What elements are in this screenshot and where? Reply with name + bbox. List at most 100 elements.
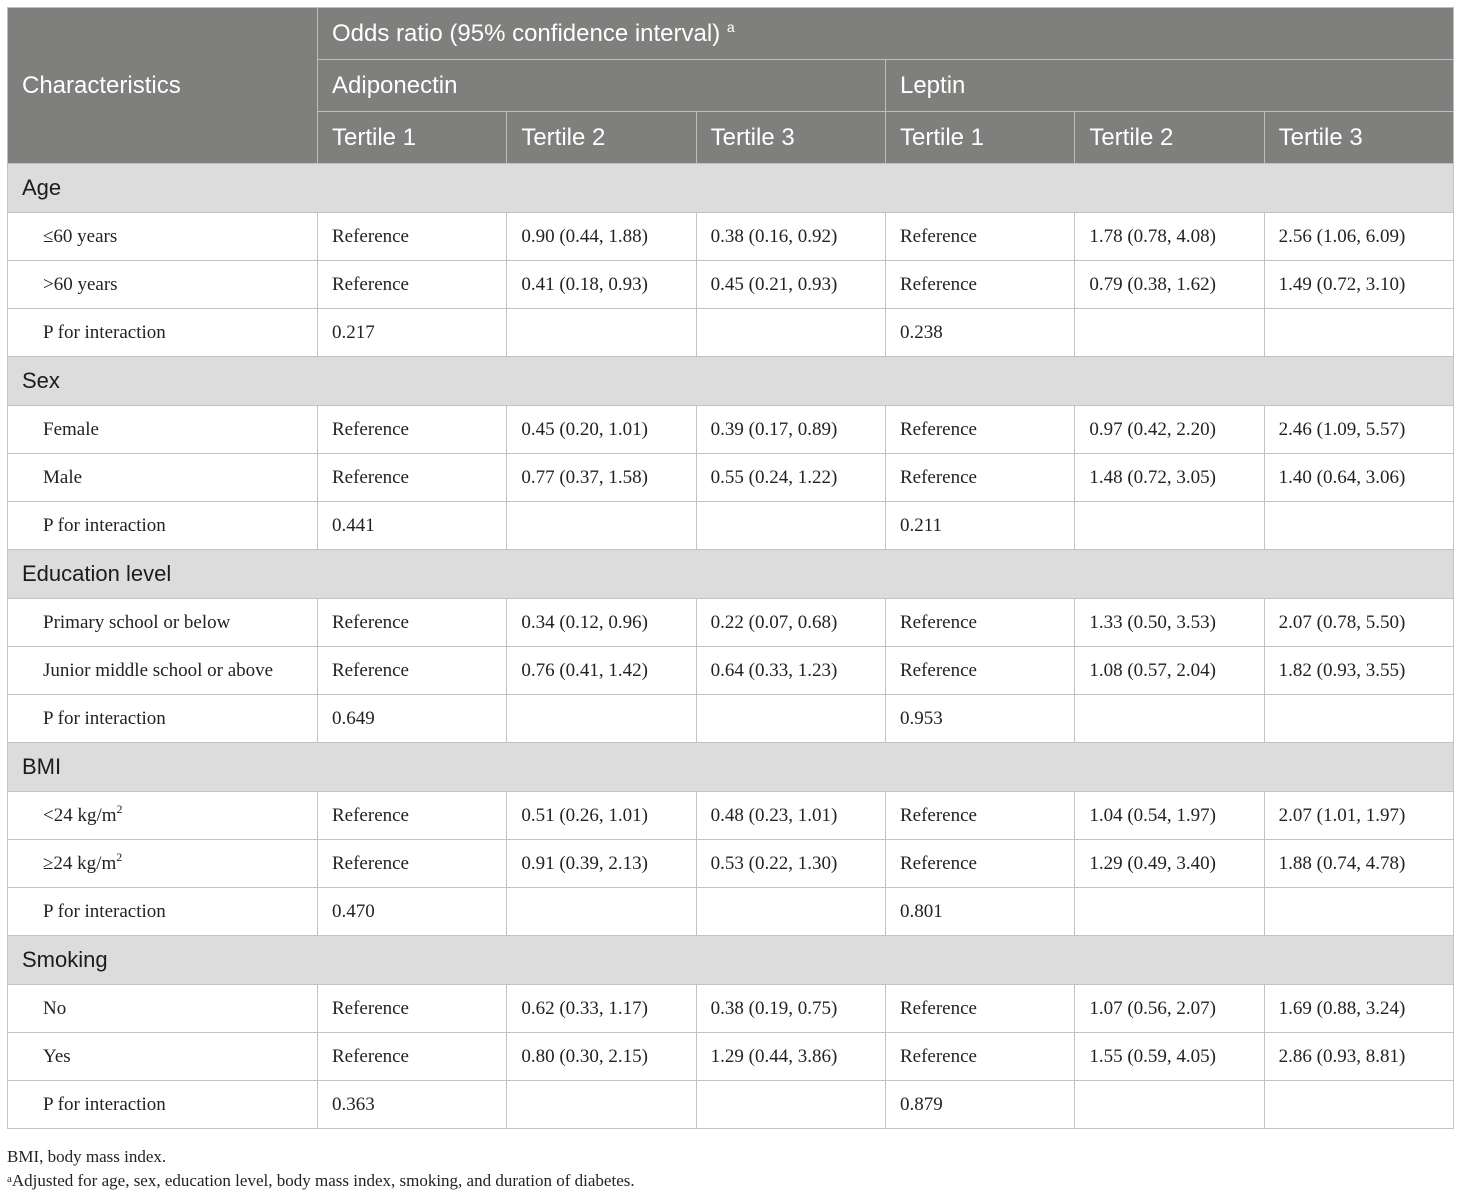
table-cell: [1074, 501, 1265, 550]
table-cell: 2.07 (1.01, 1.97): [1263, 791, 1454, 840]
row-label: Primary school or below: [7, 598, 318, 647]
table-cell: 1.55 (0.59, 4.05): [1074, 1032, 1265, 1081]
table-cell: 1.40 (0.64, 3.06): [1263, 453, 1454, 502]
tertile-header: Tertile 2: [1074, 111, 1265, 164]
table-row: P for interaction 0.470 0.801: [7, 887, 1454, 936]
table-cell: [1263, 501, 1454, 550]
table-cell: Reference: [316, 984, 508, 1033]
table-cell: [1074, 694, 1265, 743]
table-cell: [1263, 308, 1454, 357]
table-cell: 0.34 (0.12, 0.96): [506, 598, 697, 647]
table-cell: 0.77 (0.37, 1.58): [506, 453, 697, 502]
table-cell: 1.48 (0.72, 3.05): [1074, 453, 1265, 502]
table-cell: 0.470: [316, 887, 508, 936]
table-header: Characteristics Odds ratio (95% confiden…: [7, 7, 1454, 164]
table-cell: [506, 501, 697, 550]
table-cell: 0.649: [316, 694, 508, 743]
table-cell: Reference: [316, 1032, 508, 1081]
row-label: Male: [7, 453, 318, 502]
abbreviation-note: BMI, body mass index.: [7, 1147, 167, 1166]
table-cell: Reference: [316, 212, 508, 261]
row-label: No: [7, 984, 318, 1033]
table-cell: Reference: [316, 598, 508, 647]
footnote-marker: a: [7, 1173, 12, 1185]
table-cell: [695, 887, 886, 936]
table-cell: 2.07 (0.78, 5.50): [1263, 598, 1454, 647]
group-title: Smoking: [7, 935, 1454, 985]
table-cell: 0.441: [316, 501, 508, 550]
table-cell: Reference: [884, 598, 1076, 647]
group-title: Age: [7, 163, 1454, 213]
table-footnotes: BMI, body mass index. aAdjusted for age,…: [7, 1145, 635, 1193]
table-cell: 0.38 (0.16, 0.92): [695, 212, 886, 261]
table-cell: [506, 308, 697, 357]
group-row: Education level: [7, 549, 1454, 599]
table-cell: 0.363: [316, 1080, 508, 1129]
table-cell: 1.33 (0.50, 3.53): [1074, 598, 1265, 647]
row-label: P for interaction: [7, 694, 318, 743]
table-cell: 1.88 (0.74, 4.78): [1263, 839, 1454, 888]
table-cell: 0.45 (0.21, 0.93): [695, 260, 886, 309]
table-cell: 0.90 (0.44, 1.88): [506, 212, 697, 261]
table-cell: Reference: [316, 646, 508, 695]
table-cell: Reference: [884, 839, 1076, 888]
adjustment-note: aAdjusted for age, sex, education level,…: [7, 1171, 635, 1190]
superscript: 2: [116, 802, 123, 816]
table-cell: Reference: [316, 791, 508, 840]
row-label: P for interaction: [7, 1080, 318, 1129]
row-label: ≥24 kg/m2: [7, 839, 318, 888]
table-cell: 0.41 (0.18, 0.93): [506, 260, 697, 309]
table-row: ≥24 kg/m2 Reference 0.91 (0.39, 2.13) 0.53 …: [7, 839, 1454, 888]
table-cell: 0.238: [884, 308, 1076, 357]
table-cell: 0.22 (0.07, 0.68): [695, 598, 886, 647]
table-cell: 0.51 (0.26, 1.01): [506, 791, 697, 840]
table-cell: 0.45 (0.20, 1.01): [506, 405, 697, 454]
row-label: >60 years: [7, 260, 318, 309]
table-cell: 0.55 (0.24, 1.22): [695, 453, 886, 502]
footnote-marker: a: [726, 18, 735, 35]
table-cell: [1263, 694, 1454, 743]
table-cell: [695, 501, 886, 550]
group-title: Sex: [7, 356, 1454, 406]
table-cell: [506, 694, 697, 743]
table-cell: 2.56 (1.06, 6.09): [1263, 212, 1454, 261]
group-row: Sex: [7, 356, 1454, 406]
table-cell: Reference: [884, 791, 1076, 840]
table-row: Primary school or below Reference 0.34 (0.…: [7, 598, 1454, 647]
table-cell: Reference: [884, 212, 1076, 261]
table-cell: Reference: [884, 1032, 1076, 1081]
table-cell: 2.86 (0.93, 8.81): [1263, 1032, 1454, 1081]
table-cell: Reference: [316, 260, 508, 309]
table-cell: 0.39 (0.17, 0.89): [695, 405, 886, 454]
table-cell: 0.91 (0.39, 2.13): [506, 839, 697, 888]
table-cell: [695, 308, 886, 357]
table-cell: 0.217: [316, 308, 508, 357]
table-cell: [1074, 887, 1265, 936]
table-row: ≤60 years Reference 0.90 (0.44, 1.88) 0.38 …: [7, 212, 1454, 261]
adiponectin-header: Adiponectin: [317, 59, 886, 112]
table-cell: Reference: [316, 453, 508, 502]
table-row: No Reference 0.62 (0.33, 1.17) 0.38 (0.19, …: [7, 984, 1454, 1033]
table-cell: Reference: [316, 839, 508, 888]
table-row: P for interaction 0.363 0.879: [7, 1080, 1454, 1129]
table-cell: 1.82 (0.93, 3.55): [1263, 646, 1454, 695]
row-label: Female: [7, 405, 318, 454]
odds-ratio-table: Characteristics Odds ratio (95% confiden…: [7, 7, 1454, 1129]
table-cell: [1263, 887, 1454, 936]
table-cell: 0.53 (0.22, 1.30): [695, 839, 886, 888]
table-cell: 0.211: [884, 501, 1076, 550]
table-cell: 0.80 (0.30, 2.15): [506, 1032, 697, 1081]
table-cell: Reference: [884, 453, 1076, 502]
table-row: <24 kg/m2 Reference 0.51 (0.26, 1.01) 0.48 …: [7, 791, 1454, 840]
table-row: Female Reference 0.45 (0.20, 1.01) 0.39 (0.…: [7, 405, 1454, 454]
table-row: Junior middle school or above Reference 0.…: [7, 646, 1454, 695]
table-cell: 0.79 (0.38, 1.62): [1074, 260, 1265, 309]
table-cell: 0.48 (0.23, 1.01): [695, 791, 886, 840]
table-cell: [1074, 308, 1265, 357]
table-row: P for interaction 0.217 0.238: [7, 308, 1454, 357]
table-cell: 0.97 (0.42, 2.20): [1074, 405, 1265, 454]
table-row: >60 years Reference 0.41 (0.18, 0.93) 0.45 …: [7, 260, 1454, 309]
table-cell: [506, 887, 697, 936]
table-cell: 0.76 (0.41, 1.42): [506, 646, 697, 695]
table-cell: [1263, 1080, 1454, 1129]
